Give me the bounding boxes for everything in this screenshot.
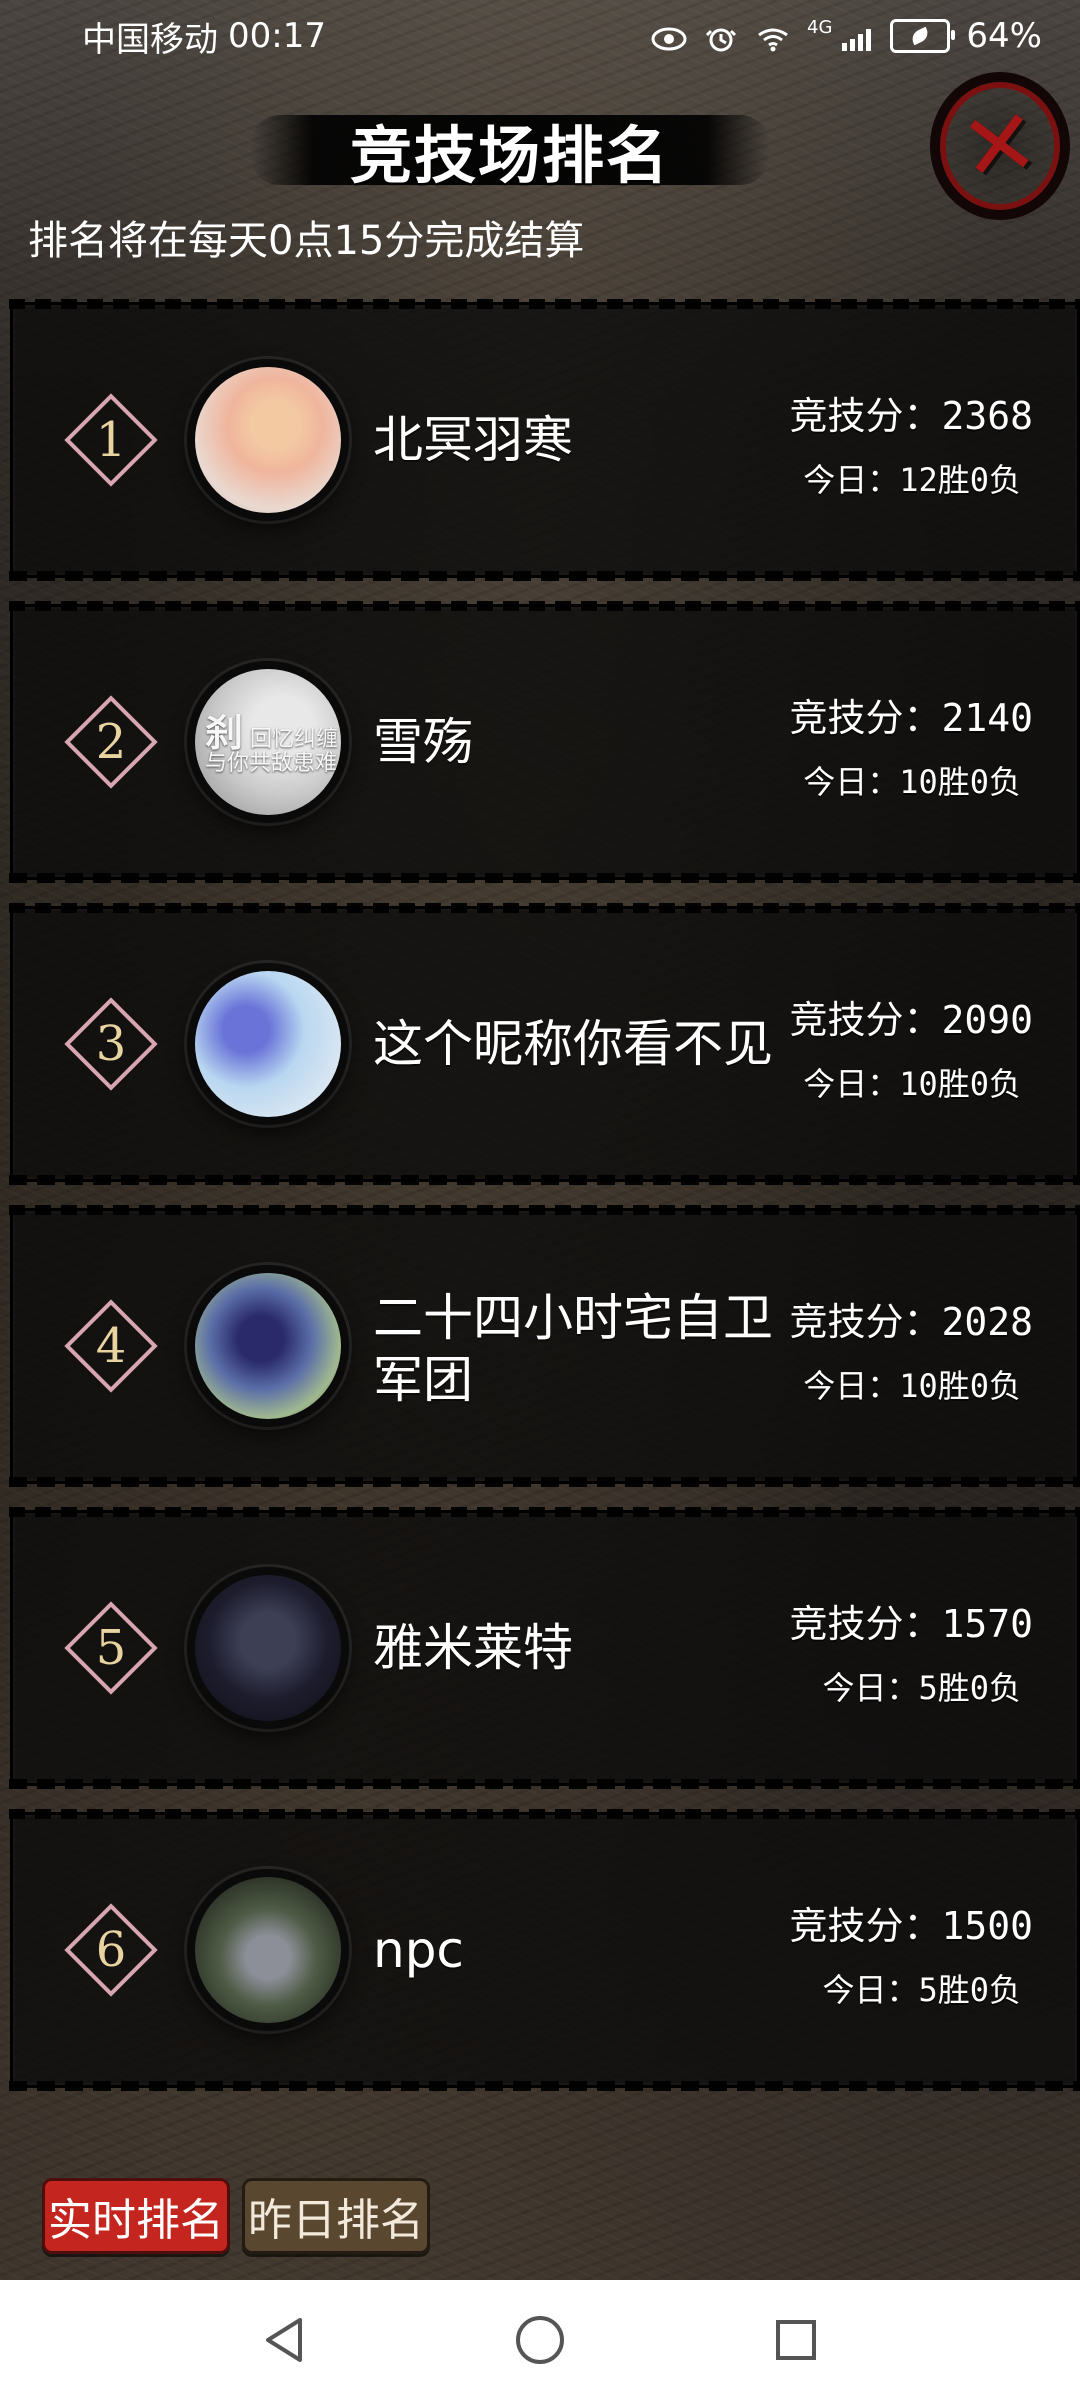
player-name: 二十四小时宅自卫军团 <box>373 1289 773 1409</box>
recent-square-icon[interactable] <box>768 2312 824 2368</box>
arena-score: 竞技分：2028 <box>789 1300 1033 1344</box>
ranking-list[interactable]: 1 北冥羽寒 竞技分：2368 今日：12胜0负 2 刹 回忆纠缠 与你共敌患难… <box>9 299 1080 2172</box>
status-left: 中国移动 00:17 <box>82 12 326 61</box>
close-x-icon: ✕ <box>930 72 1070 220</box>
avatar-image <box>195 1877 341 2023</box>
today-record: 今日：10胜0负 <box>803 763 1021 801</box>
avatar-image <box>195 971 341 1117</box>
status-bar: 中国移动 00:17 4G 64% <box>0 0 1080 72</box>
today-record: 今日：10胜0负 <box>803 1065 1021 1103</box>
home-circle-icon[interactable] <box>512 2312 568 2368</box>
avatar-caption: 刹 回忆纠缠 与你共敌患难 <box>205 714 339 776</box>
player-name: 这个昵称你看不见 <box>373 1015 773 1073</box>
today-record: 今日：5胜0负 <box>822 1971 1021 2009</box>
avatar-caption-line2: 与你共敌患难 <box>205 751 338 776</box>
arena-score: 竞技分：2090 <box>789 998 1033 1042</box>
ranking-row[interactable]: 4 二十四小时宅自卫军团 竞技分：2028 今日：10胜0负 <box>9 1205 1080 1487</box>
page-title: 竞技场排名 <box>349 119 670 192</box>
today-record: 今日：12胜0负 <box>803 461 1021 499</box>
ranking-row[interactable]: 5 雅米莱特 竞技分：1570 今日：5胜0负 <box>9 1507 1080 1789</box>
player-name: npc <box>373 1921 464 1979</box>
today-record: 今日：5胜0负 <box>822 1669 1021 1707</box>
signal-icon <box>838 22 874 51</box>
rank-badge: 3 <box>64 997 158 1091</box>
tab-yesterday-ranking[interactable]: 昨日排名 <box>242 2178 430 2254</box>
back-triangle-icon[interactable] <box>256 2312 312 2368</box>
rank-number: 5 <box>95 1620 127 1676</box>
rank-number: 6 <box>95 1922 127 1978</box>
battery-saver-icon <box>890 19 956 53</box>
avatar-image <box>195 1273 341 1419</box>
rank-number: 1 <box>95 412 127 468</box>
avatar-image <box>195 367 341 513</box>
close-button[interactable]: ✕ <box>930 72 1070 220</box>
arena-score: 竞技分：2368 <box>789 394 1033 438</box>
player-avatar[interactable] <box>187 1265 349 1427</box>
alarm-icon <box>703 22 739 52</box>
avatar-caption-main: 刹 <box>205 710 244 755</box>
player-name: 雅米莱特 <box>373 1619 573 1677</box>
player-avatar[interactable]: 刹 回忆纠缠 与你共敌患难 <box>187 661 349 823</box>
ranking-row[interactable]: 3 这个昵称你看不见 竞技分：2090 今日：10胜0负 <box>9 903 1080 1185</box>
rank-number: 3 <box>95 1016 127 1072</box>
battery-percent: 64% <box>966 16 1042 56</box>
ranking-row[interactable]: 1 北冥羽寒 竞技分：2368 今日：12胜0负 <box>9 299 1080 581</box>
clock-time: 00:17 <box>228 16 326 56</box>
player-avatar[interactable] <box>187 1567 349 1729</box>
arena-score: 竞技分：1570 <box>789 1602 1033 1646</box>
rank-badge: 4 <box>64 1299 158 1393</box>
player-avatar[interactable] <box>187 963 349 1125</box>
ranking-row[interactable]: 2 刹 回忆纠缠 与你共敌患难 雪殇 竞技分：2140 今日：10胜0负 <box>9 601 1080 883</box>
arena-score: 竞技分：1500 <box>789 1904 1033 1948</box>
eye-icon <box>651 22 687 51</box>
network-type: 4G <box>807 16 833 38</box>
avatar-caption-line1: 回忆纠缠 <box>250 727 339 752</box>
wifi-icon <box>755 22 791 52</box>
settlement-notice: 排名将在每天0点15分完成结算 <box>28 218 585 264</box>
status-right: 4G 64% <box>651 16 1042 56</box>
player-name: 北冥羽寒 <box>373 411 573 469</box>
tab-realtime-ranking[interactable]: 实时排名 <box>42 2178 230 2254</box>
rank-badge: 1 <box>64 393 158 487</box>
rank-badge: 2 <box>64 695 158 789</box>
avatar-image <box>195 1575 341 1721</box>
ranking-row[interactable]: 6 npc 竞技分：1500 今日：5胜0负 <box>9 1809 1080 2091</box>
title-banner: 竞技场排名 <box>250 105 770 195</box>
rank-badge: 6 <box>64 1903 158 1997</box>
system-nav-bar <box>0 2280 1080 2400</box>
player-avatar[interactable] <box>187 359 349 521</box>
rank-badge: 5 <box>64 1601 158 1695</box>
arena-score: 竞技分：2140 <box>789 696 1033 740</box>
rank-number: 2 <box>95 714 127 770</box>
close-x-glyph: ✕ <box>954 87 1046 204</box>
ranking-tabs: 实时排名 昨日排名 <box>42 2178 430 2254</box>
player-avatar[interactable] <box>187 1869 349 2031</box>
carrier-label: 中国移动 <box>82 19 218 60</box>
today-record: 今日：10胜0负 <box>803 1367 1021 1405</box>
player-name: 雪殇 <box>373 713 473 771</box>
rank-number: 4 <box>95 1318 127 1374</box>
